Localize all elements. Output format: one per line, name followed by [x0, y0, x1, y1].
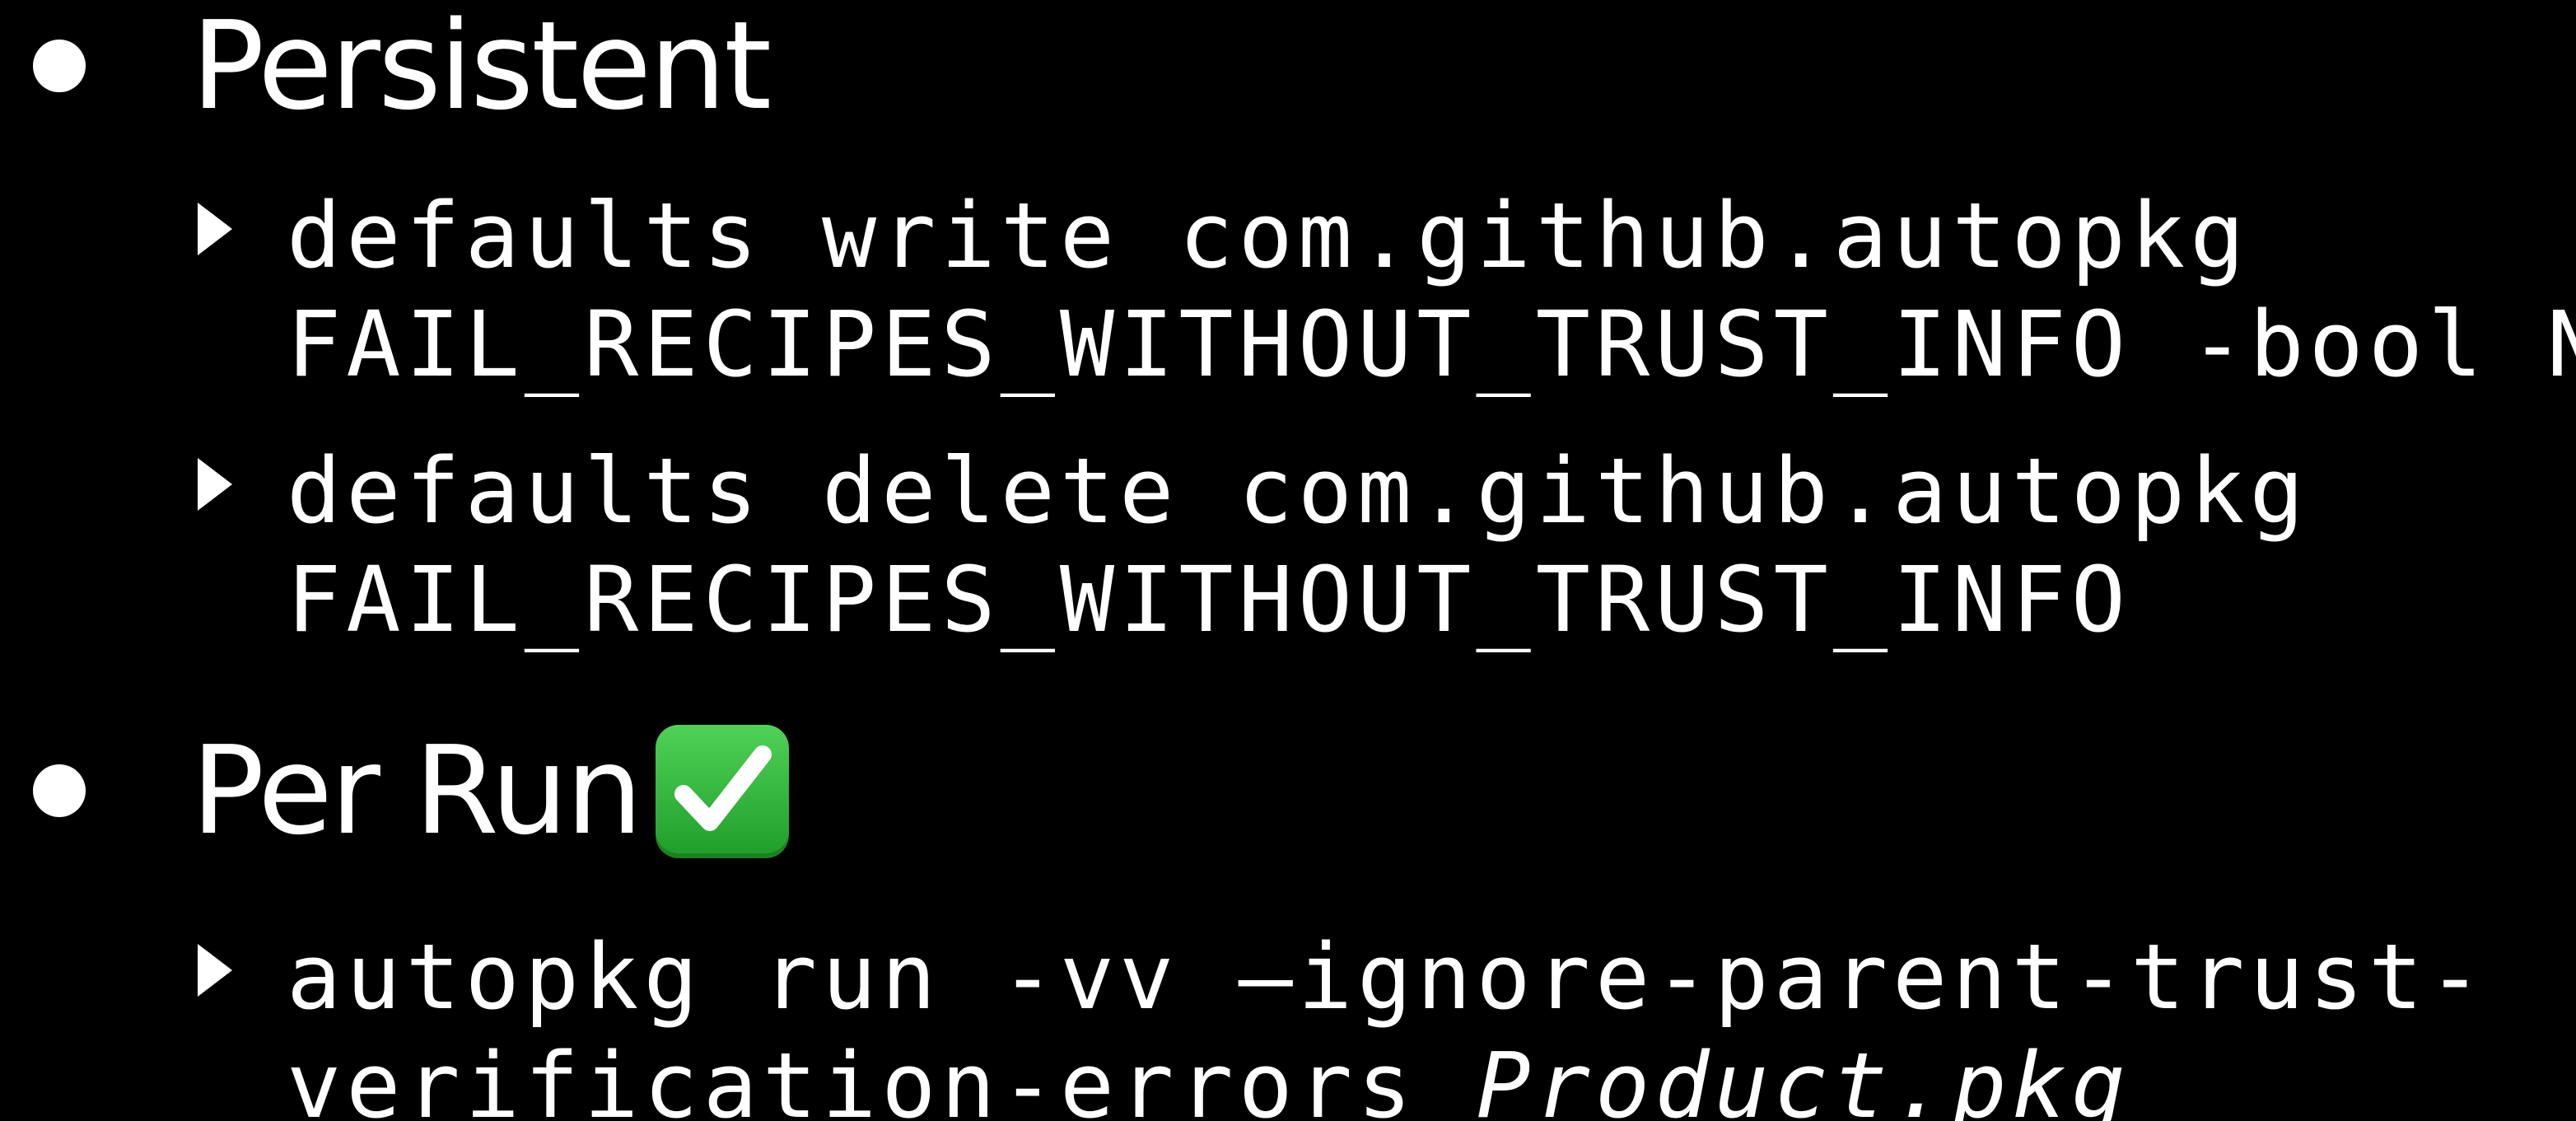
triangle-bullet-icon: [198, 944, 232, 997]
bullet-dot: [33, 40, 86, 92]
heading-per-run-label: Per Run: [191, 720, 643, 862]
code-line: verification-errors Product.pkg: [287, 1031, 2130, 1121]
code-text: verification-errors: [287, 1033, 1477, 1121]
product-placeholder: Product.pkg: [1476, 1033, 2130, 1121]
code-line: defaults delete com.github.autopkg: [287, 438, 2309, 544]
code-line: FAIL_RECIPES_WITHOUT_TRUST_INFO: [287, 547, 2130, 652]
code-line: defaults write com.github.autopkg: [287, 183, 2250, 288]
check-mark-button-icon: [655, 725, 789, 859]
bullet-dot: [33, 764, 86, 817]
code-line: autopkg run -vv –ignore-parent-trust-: [287, 924, 2488, 1030]
triangle-bullet-icon: [198, 203, 232, 255]
triangle-bullet-icon: [198, 458, 232, 511]
heading-per-run: Per Run: [191, 725, 789, 859]
code-line: FAIL_RECIPES_WITHOUT_TRUST_INFO -bool NO: [287, 292, 2576, 397]
heading-persistent: Persistent: [191, 0, 772, 137]
